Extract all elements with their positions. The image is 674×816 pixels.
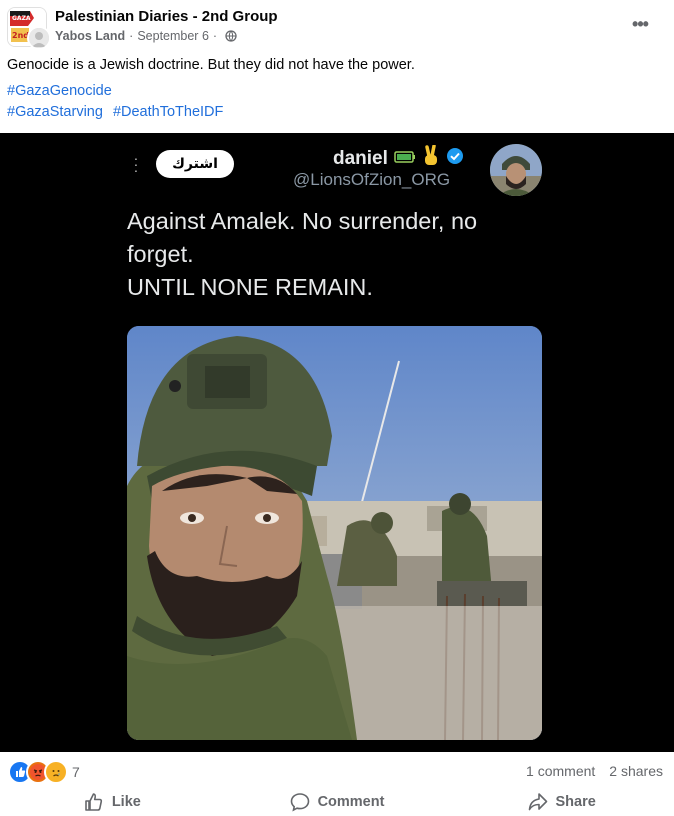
victory-hand-icon xyxy=(422,144,440,173)
post-meta: Yabos Land · September 6 · xyxy=(55,29,237,43)
meta-separator: · xyxy=(129,29,134,43)
post-header: GAZA 2nd Palestinian Diaries - 2nd Group… xyxy=(0,0,674,52)
reaction-count: 7 xyxy=(72,764,80,780)
group-avatar-text-a: GAZA xyxy=(12,15,31,22)
tweet-display-name: daniel xyxy=(333,144,464,173)
tweet-avatar xyxy=(490,144,542,196)
hashtag-link[interactable]: #GazaGenocide xyxy=(7,83,112,99)
globe-icon[interactable] xyxy=(225,30,237,42)
tweet-name-text: daniel xyxy=(333,148,388,169)
comment-bubble-icon xyxy=(290,793,309,812)
post-action-bar: Like Comment Share xyxy=(0,788,674,816)
hashtag-link[interactable]: #DeathToTheIDF xyxy=(113,104,223,120)
vertical-more-icon: · · · xyxy=(133,150,139,178)
sad-reaction-icon xyxy=(44,760,68,784)
hashtag-row-2: #GazaStarving #DeathToTheIDF xyxy=(7,104,229,120)
shares-count-link[interactable]: 2 shares xyxy=(609,763,663,779)
meta-separator: · xyxy=(212,29,218,43)
more-options-button[interactable]: ••• xyxy=(628,14,652,34)
verified-badge-icon xyxy=(446,147,464,171)
author-name-link[interactable]: Yabos Land xyxy=(55,29,125,43)
thumbs-up-icon xyxy=(85,793,102,811)
share-label: Share xyxy=(555,794,596,810)
tweet-text-line: forget. xyxy=(127,241,194,267)
tweet-photo xyxy=(127,326,542,740)
tweet-text: Against Amalek. No surrender, no forget.… xyxy=(127,205,557,304)
engagement-stats: 1 comment 2 shares xyxy=(526,763,663,779)
like-label: Like xyxy=(111,794,141,810)
comment-button[interactable]: Comment xyxy=(225,788,450,816)
tweet-text-line: Against Amalek. No surrender, no xyxy=(127,208,478,234)
comment-label: Comment xyxy=(317,794,385,810)
comments-count-link[interactable]: 1 comment xyxy=(526,763,595,779)
share-arrow-icon xyxy=(528,793,547,811)
reaction-summary[interactable]: 7 xyxy=(8,760,80,784)
tweet-handle: @LionsOfZion_ORG xyxy=(293,170,451,189)
battery-emoji-icon xyxy=(394,148,416,170)
follow-button: اشترك xyxy=(156,150,234,178)
tweet-text-line: UNTIL NONE REMAIN. xyxy=(127,274,373,300)
hashtag-link[interactable]: #GazaStarving xyxy=(7,104,103,120)
more-horizontal-icon: ••• xyxy=(632,13,649,34)
share-button[interactable]: Share xyxy=(449,788,674,816)
author-avatar[interactable] xyxy=(27,26,51,50)
hashtag-row-1: #GazaGenocide xyxy=(7,83,118,99)
group-name-link[interactable]: Palestinian Diaries - 2nd Group xyxy=(55,8,278,25)
post-date-link[interactable]: September 6 xyxy=(137,29,209,43)
like-button[interactable]: Like xyxy=(0,788,225,816)
post-body-text: Genocide is a Jewish doctrine. But they … xyxy=(7,57,415,73)
